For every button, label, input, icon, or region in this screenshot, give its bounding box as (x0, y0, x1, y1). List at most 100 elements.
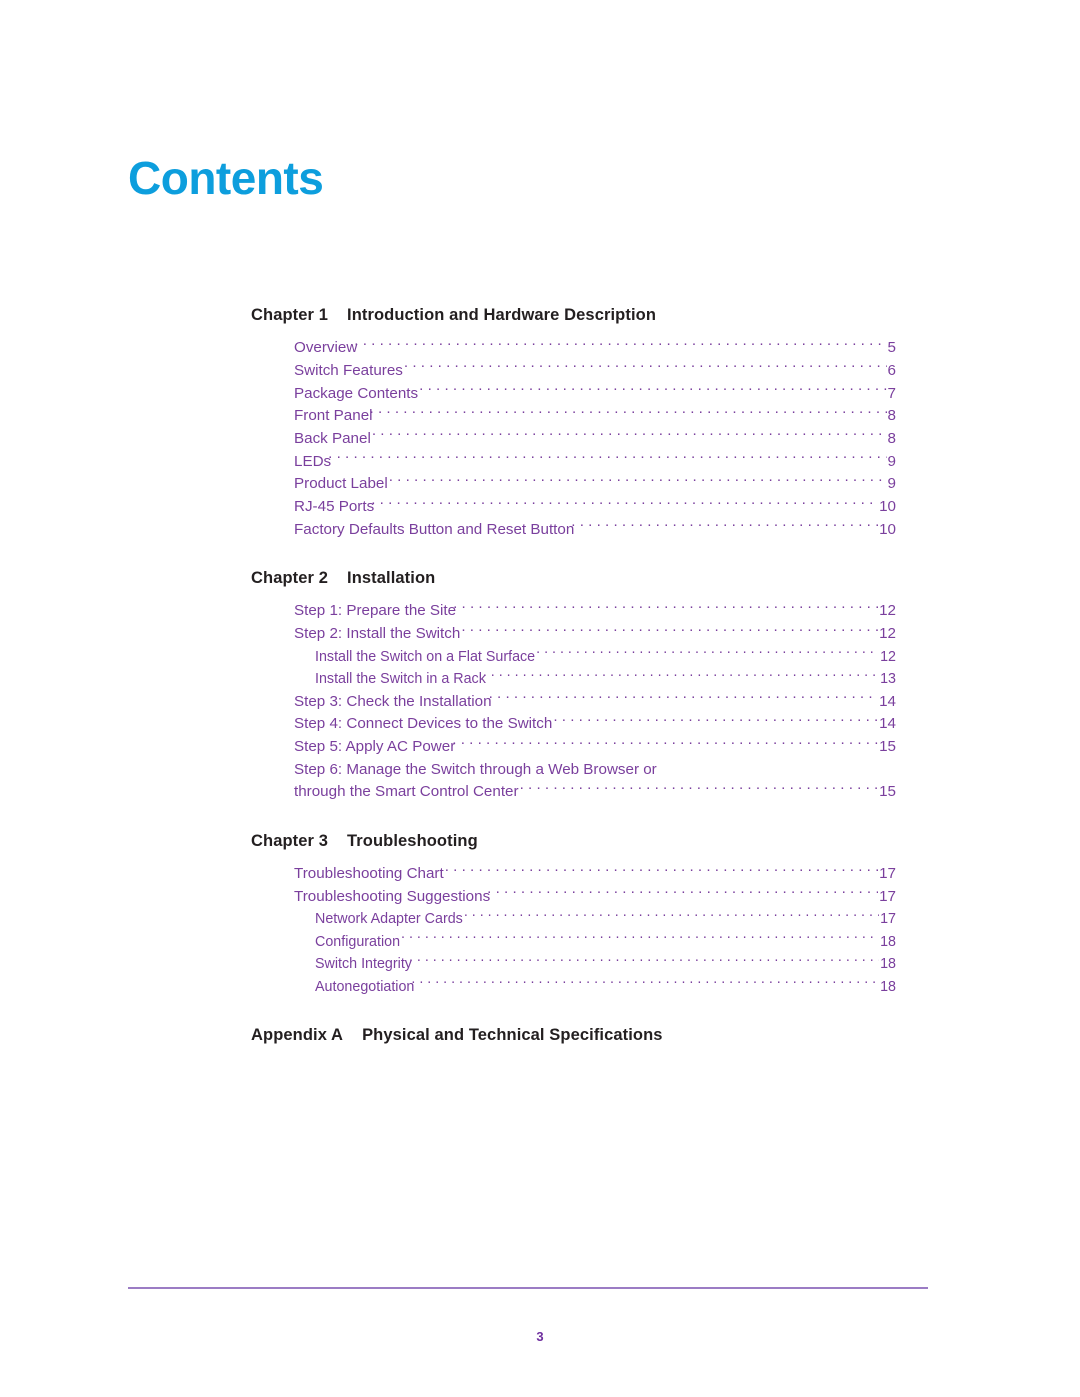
dot-leader (483, 669, 879, 683)
dot-leader (487, 886, 878, 901)
dot-leader (461, 623, 878, 638)
footer-page-number: 3 (536, 1329, 544, 1344)
toc-entry-label: Troubleshooting Chart (294, 865, 444, 882)
dot-leader (464, 909, 879, 923)
toc-entry-label: Product Label (294, 475, 388, 493)
toc-entry-list: Overview 5 Switch Features 6 Package Content… (294, 337, 896, 541)
toc-entry-label: RJ-45 Ports (294, 498, 375, 515)
toc-entry[interactable]: Back Panel 8 (294, 428, 896, 451)
toc-entry[interactable]: Step 4: Connect Devices to the Switch 14 (294, 713, 896, 736)
chapter-title: Troubleshooting (347, 831, 478, 850)
toc-entry[interactable]: Step 5: Apply AC Power 15 (294, 736, 896, 759)
dot-leader (371, 496, 878, 511)
toc-entry-page-number: 9 (887, 475, 896, 493)
toc-entry-page-number: 8 (887, 429, 896, 447)
chapter-heading: Chapter 1 Introduction and Hardware Descr… (251, 306, 896, 325)
toc-entry[interactable]: RJ-45 Ports 10 (294, 496, 896, 519)
toc-entry[interactable]: Troubleshooting Suggestions 17 (294, 886, 896, 909)
toc-entry-label: Back Panel (294, 429, 371, 447)
toc-entry[interactable]: Step 2: Install the Switch 12 (294, 623, 896, 646)
toc-entry-label: Overview (294, 339, 358, 357)
toc-entry-line2: through the Smart Control Center 15 (294, 781, 896, 804)
toc-entry-label: Install the Switch in a Rack (315, 671, 486, 688)
toc-entry-wrapped[interactable]: Step 6: Manage the Switch through a Web … (294, 759, 896, 804)
dot-leader (328, 450, 886, 465)
toc-entry-page-number: 17 (880, 911, 896, 928)
toc-entry-label: Troubleshooting Suggestions (294, 887, 491, 905)
dot-leader (553, 713, 878, 728)
toc-entry-label: Step 2: Install the Switch (294, 625, 461, 643)
toc-entry[interactable]: Troubleshooting Chart 17 (294, 863, 896, 886)
toc-entry[interactable]: Package Contents 7 (294, 382, 896, 405)
toc-entry[interactable]: Install the Switch on a Flat Surface 12 (294, 646, 896, 669)
toc-entry-label: Step 4: Connect Devices to the Switch (294, 715, 553, 733)
toc-entry-label: Step 3: Check the Installation (294, 692, 492, 710)
toc-entry-page-number: 12 (879, 625, 896, 643)
table-of-contents: Chapter 1 Introduction and Hardware Descr… (251, 306, 896, 1045)
footer-divider (128, 1287, 928, 1289)
toc-entry[interactable]: Autonegotiation 18 (294, 976, 896, 999)
toc-entry-label: Autonegotiation (315, 978, 415, 995)
dot-leader (404, 360, 887, 375)
dot-leader (389, 473, 887, 488)
toc-entry-page-number: 9 (887, 452, 896, 470)
chapter-number: Chapter 1 (251, 306, 329, 324)
dot-leader (370, 405, 887, 420)
toc-entry-page-number: 5 (887, 339, 896, 357)
toc-entry[interactable]: Front Panel 8 (294, 405, 896, 428)
toc-entry-page-number: 12 (879, 602, 896, 620)
toc-entry-label: LEDs (294, 452, 332, 470)
toc-entry-label: Switch Integrity (315, 956, 412, 973)
dot-leader (411, 976, 879, 990)
toc-entry-list: Troubleshooting Chart 17 Troubleshooting S… (294, 863, 896, 998)
toc-entry[interactable]: Step 1: Prepare the Site 12 (294, 600, 896, 623)
toc-entry-list: Step 1: Prepare the Site12Step 2: Instal… (294, 600, 896, 804)
toc-entry-page-number: 14 (879, 715, 896, 733)
dot-leader (453, 600, 878, 615)
toc-entry-page-number: 17 (879, 865, 896, 882)
chapter-title: Installation (347, 569, 436, 588)
toc-entry[interactable]: Network Adapter Cards 17 (294, 908, 896, 931)
toc-entry[interactable]: Install the Switch in a Rack 13 (294, 668, 896, 691)
toc-entry-page-number: 6 (887, 361, 896, 379)
toc-entry[interactable]: Factory Defaults Button and Reset Button… (294, 519, 896, 542)
dot-leader (354, 337, 886, 352)
toc-entry-label: Front Panel (294, 407, 373, 425)
dot-leader (445, 863, 878, 878)
toc-entry[interactable]: Switch Integrity 18 (294, 953, 896, 976)
chapter-heading: Chapter 2 Installation (251, 569, 896, 588)
dot-leader (571, 519, 878, 534)
toc-entry-label: Install the Switch on a Flat Surface (315, 648, 536, 665)
toc-entry-page-number: 7 (887, 384, 896, 402)
appendix-number: Appendix A (251, 1026, 344, 1045)
toc-entry-label: Switch Features (294, 361, 403, 379)
appendix-title: Physical and Technical Specifications (362, 1026, 663, 1045)
toc-entry-page-number: 10 (879, 498, 896, 515)
toc-entry[interactable]: Step 3: Check the Installation 14 (294, 691, 896, 714)
toc-entry-label: Package Contents (294, 384, 419, 402)
toc-entry-label: Factory Defaults Button and Reset Button (294, 520, 575, 538)
dot-leader (401, 931, 879, 945)
toc-entry[interactable]: LEDs 9 (294, 450, 896, 473)
toc-entry-page-number: 14 (879, 692, 896, 710)
dot-leader (372, 428, 887, 443)
dot-leader (419, 382, 886, 397)
toc-entry-page-number: 18 (880, 956, 896, 973)
toc-entry[interactable]: Configuration 18 (294, 931, 896, 954)
toc-entry-label: Network Adapter Cards (315, 911, 463, 928)
toc-entry[interactable]: Product Label 9 (294, 473, 896, 496)
toc-entry-label-line2: through the Smart Control Center (294, 783, 519, 801)
chapter-heading: Chapter 3 Troubleshooting (251, 832, 896, 851)
chapter-number: Chapter 3 (251, 831, 329, 850)
toc-entry[interactable]: Switch Features 6 (294, 360, 896, 383)
toc-entry-page-number: 18 (880, 933, 896, 950)
dot-leader (452, 736, 878, 751)
page-title: Contents (128, 152, 324, 204)
toc-entry-label-line1: Step 6: Manage the Switch through a Web … (294, 760, 657, 778)
appendix-heading: Appendix A Physical and Technical Specifi… (251, 1026, 896, 1045)
toc-entry-page-number: 10 (879, 520, 896, 538)
toc-entry[interactable]: Overview 5 (294, 337, 896, 360)
chapter-title: Introduction and Hardware Description (347, 306, 656, 324)
document-page: Contents Chapter 1 Introduction and Hardw… (0, 0, 1080, 1397)
dot-leader (409, 954, 879, 968)
